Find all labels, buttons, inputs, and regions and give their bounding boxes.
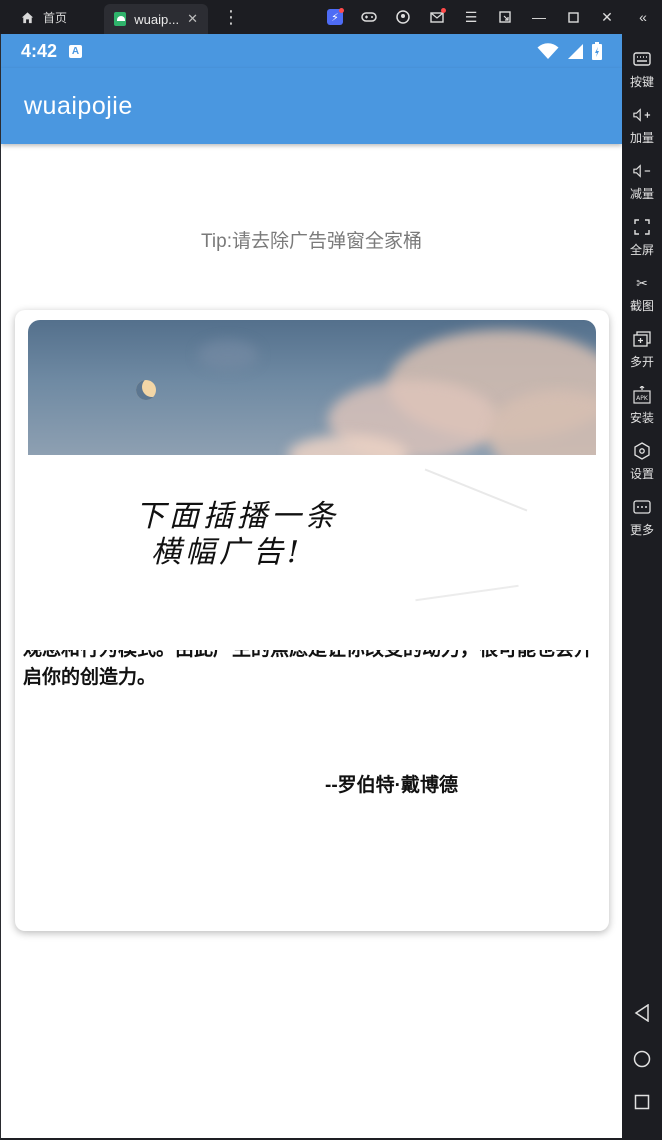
volume-down-icon xyxy=(633,162,651,180)
back-icon[interactable] xyxy=(622,1004,662,1022)
restore-icon[interactable] xyxy=(488,0,522,34)
sidebar-item-label: 更多 xyxy=(629,523,654,537)
more-icon xyxy=(633,498,651,516)
sky-image xyxy=(28,320,596,456)
notification-a-icon: A xyxy=(69,44,83,58)
keyboard-icon xyxy=(633,50,651,68)
sidebar-item-label: 安装 xyxy=(629,411,654,425)
sidebar-item-screenshot[interactable]: ✂ 截图 xyxy=(622,274,662,314)
sidebar-item-label: 加量 xyxy=(629,131,654,145)
sidebar-item-keys[interactable]: 按键 xyxy=(622,50,662,90)
settings-icon xyxy=(633,442,651,460)
minimize-icon[interactable]: — xyxy=(522,0,556,34)
collapse-icon[interactable]: « xyxy=(624,0,662,34)
sidebar-item-label: 全屏 xyxy=(629,243,654,257)
quote-author: --罗伯特·戴博德 xyxy=(325,775,458,796)
gamepad-icon[interactable] xyxy=(352,0,386,34)
sidebar-item-volume-up[interactable]: 加量 xyxy=(622,106,662,146)
sidebar-item-install[interactable]: APK 安装 xyxy=(622,386,662,426)
sidebar-item-multi[interactable]: 多开 xyxy=(622,330,662,370)
volume-up-icon xyxy=(633,106,651,124)
signal-icon xyxy=(568,43,583,59)
status-time: 4:42 xyxy=(21,40,58,61)
close-icon[interactable]: ✕ xyxy=(590,0,624,34)
recents-icon[interactable] xyxy=(622,1094,662,1110)
tip-text: Tip:请去除广告弹窗全家桶 xyxy=(201,231,422,252)
bolt-icon[interactable]: ⚡ xyxy=(318,0,352,34)
emulator-sidebar: 按键 加量 减量 全屏 ✂ 截图 多开 APK 安装 设置 更多 xyxy=(622,34,662,1140)
sidebar-item-label: 截图 xyxy=(629,299,654,313)
app-bar: wuaipojie xyxy=(1,68,622,144)
banner-line-1: 下面插播一条 xyxy=(135,499,339,534)
banner-ad[interactable]: 下面插播一条 横幅广告! xyxy=(15,455,609,615)
home-icon xyxy=(21,11,34,23)
maximize-icon[interactable] xyxy=(556,0,590,34)
sidebar-item-label: 减量 xyxy=(629,187,654,201)
home-tab-label: 首页 xyxy=(43,10,68,25)
app-tab[interactable]: wuaip... ✕ xyxy=(104,4,208,34)
quote-body: 观念和行为模式。由此产生的焦虑是让你改变的动力，很可能也会开 启你的创造力。 xyxy=(23,650,603,692)
quote-line-clipped: 观念和行为模式。由此产生的焦虑是让你改变的动力，很可能也会开 xyxy=(23,650,593,664)
battery-icon xyxy=(592,42,602,60)
tab-close-icon[interactable]: ✕ xyxy=(187,11,198,27)
quote-line-2: 启你的创造力。 xyxy=(23,667,157,688)
sidebar-item-label: 多开 xyxy=(629,355,654,369)
app-tab-label: wuaip... xyxy=(134,11,180,27)
fullscreen-icon xyxy=(633,218,651,236)
sidebar-item-volume-down[interactable]: 减量 xyxy=(622,162,662,202)
status-bar: 4:42 A xyxy=(1,34,622,68)
window-titlebar: 首页 wuaip... ✕ ⋮ ⚡ ☰ — ✕ « xyxy=(0,0,662,34)
banner-ad-text: 下面插播一条 横幅广告! xyxy=(135,499,339,571)
android-app-icon xyxy=(114,12,127,26)
app-title: wuaipojie xyxy=(24,91,133,120)
sidebar-item-label: 设置 xyxy=(629,467,654,481)
moon-icon xyxy=(136,380,156,400)
scissors-icon: ✂ xyxy=(636,274,648,291)
sidebar-item-fullscreen[interactable]: 全屏 xyxy=(622,218,662,258)
user-icon[interactable] xyxy=(386,0,420,34)
multi-instance-icon xyxy=(633,330,651,348)
home-nav-icon[interactable] xyxy=(622,1050,662,1068)
wifi-icon xyxy=(537,42,559,59)
sidebar-item-settings[interactable]: 设置 xyxy=(622,442,662,482)
apk-install-icon: APK xyxy=(633,386,651,404)
menu-icon[interactable]: ☰ xyxy=(454,0,488,34)
banner-line-2: 横幅广告! xyxy=(151,535,304,570)
mail-icon[interactable] xyxy=(420,0,454,34)
sidebar-item-more[interactable]: 更多 xyxy=(622,498,662,538)
svg-text:APK: APK xyxy=(636,395,649,402)
sidebar-item-label: 按键 xyxy=(629,75,654,89)
device-screen: 4:42 A wuaipojie Tip:请去除广告弹窗全家桶 下面插播一条 横… xyxy=(0,34,622,1140)
tab-menu-icon[interactable]: ⋮ xyxy=(222,7,240,28)
quote-card: 下面插播一条 横幅广告! 观念和行为模式。由此产生的焦虑是让你改变的动力，很可能… xyxy=(15,310,609,931)
home-tab[interactable]: 首页 xyxy=(0,0,104,34)
